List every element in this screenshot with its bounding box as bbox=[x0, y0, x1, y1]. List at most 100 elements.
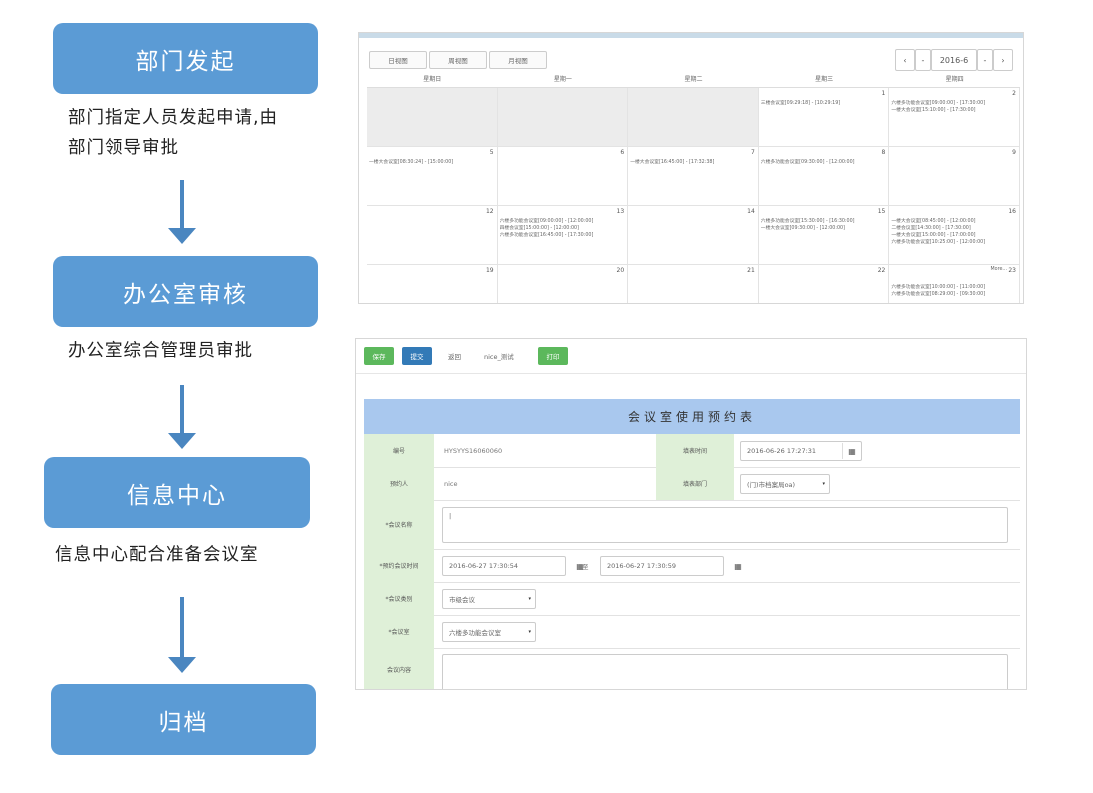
step-archive: 归档 bbox=[51, 684, 316, 755]
number-value: HYSYYS16060060 bbox=[444, 446, 503, 455]
to-label: 至 bbox=[582, 562, 589, 571]
day-number: 19 bbox=[485, 267, 494, 274]
calendar-day-cell[interactable]: 19 bbox=[367, 265, 498, 303]
calendar-day-cell[interactable] bbox=[628, 88, 759, 146]
prev-month-button[interactable]: ‹ bbox=[895, 49, 915, 71]
end-time-field[interactable]: 2016-06-27 17:30:59 ▦ bbox=[600, 556, 742, 576]
user-label: nice_测试 bbox=[484, 353, 514, 361]
calendar-event[interactable]: 一楼大会议室[08:45:00] - [12:00:00] bbox=[891, 218, 1017, 225]
day-number: 15 bbox=[877, 208, 886, 215]
calendar-event[interactable]: 六楼多功能会议室[09:30:00] - [12:00:00] bbox=[761, 159, 887, 166]
calendar-day-cell[interactable] bbox=[367, 88, 498, 146]
calendar-day-cell[interactable]: 13 六楼多功能会议室[09:00:00] - [12:00:00] 四楼会议室[1… bbox=[498, 206, 629, 264]
flow-arrow-icon bbox=[167, 385, 197, 450]
calendar-event[interactable]: 四楼会议室[15:00:00] - [12:00:00] bbox=[500, 225, 626, 232]
calendar-day-cell[interactable]: 6 bbox=[498, 147, 629, 205]
calendar-event[interactable]: 一楼大会议室[15:00:00] - [17:00:00] bbox=[891, 232, 1017, 239]
next-button[interactable]: - bbox=[977, 49, 993, 71]
step-office-review: 办公室审核 bbox=[53, 256, 318, 327]
calendar-event[interactable]: 一楼大会议室[08:30:24] - [15:00:00] bbox=[369, 159, 495, 166]
day-number: 12 bbox=[485, 208, 494, 215]
day-number: 20 bbox=[616, 267, 625, 274]
calendar-event[interactable]: 六楼多功能会议室[09:00:00] - [17:30:00] bbox=[891, 100, 1017, 107]
form-title: 会议室使用预约表 bbox=[364, 399, 1020, 434]
flow-arrow-icon bbox=[167, 180, 197, 245]
calendar-event[interactable]: 一楼大会议室[15:10:00] - [17:30:00] bbox=[891, 107, 1017, 114]
calendar-day-cell[interactable]: 15 六楼多功能会议室[15:30:00] - [16:30:00] 一楼大会议室[… bbox=[759, 206, 890, 264]
calendar-event[interactable]: More... bbox=[891, 266, 1007, 273]
calendar-day-cell[interactable]: 8 六楼多功能会议室[09:30:00] - [12:00:00] bbox=[759, 147, 890, 205]
chevron-down-icon: ▾ bbox=[528, 596, 531, 602]
weekday-header: 星期日 星期一 星期二 星期三 星期四 bbox=[367, 73, 1020, 88]
booker-value: nice bbox=[444, 479, 458, 488]
print-button[interactable]: 打印 bbox=[538, 347, 568, 365]
calendar-body: 1 三楼会议室[09:29:18] - [10:29:19] 2 六楼多功能会议室[0… bbox=[367, 88, 1020, 303]
calendar-event[interactable]: 六楼多功能会议室[16:45:00] - [17:30:00] bbox=[500, 232, 626, 239]
step-description: 部门指定人员发起申请,由 部门领导审批 bbox=[68, 108, 279, 158]
week-view-button[interactable]: 周视图 bbox=[429, 51, 487, 69]
day-number: 13 bbox=[616, 208, 625, 215]
calendar-event[interactable]: 一楼大会议室[09:30:00] - [12:00:00] bbox=[761, 225, 887, 232]
month-label: 2016-6 bbox=[931, 49, 977, 71]
meeting-calendar: 日视图 周视图 月视图 ‹ - 2016-6 - › 星期日 星期一 星期二 星… bbox=[358, 32, 1024, 304]
calendar-week-row: 1 三楼会议室[09:29:18] - [10:29:19] 2 六楼多功能会议室[0… bbox=[367, 88, 1020, 147]
calendar-week-row: 12 13 六楼多功能会议室[09:00:00] - [12:00:00] 四楼会议室… bbox=[367, 206, 1020, 265]
day-number: 8 bbox=[881, 149, 886, 156]
calendar-event[interactable]: 六楼多功能会议室[08:29:00] - [09:30:00] bbox=[891, 291, 1017, 298]
save-button[interactable]: 保存 bbox=[364, 347, 394, 365]
calendar-day-cell[interactable]: 22 bbox=[759, 265, 890, 303]
meeting-type-select[interactable]: 市级会议 ▾ bbox=[442, 589, 536, 609]
day-number: 7 bbox=[750, 149, 755, 156]
dept-select[interactable]: (门)市档案局oa) ▾ bbox=[740, 474, 830, 494]
day-number: 14 bbox=[747, 208, 755, 215]
day-number: 16 bbox=[1008, 208, 1016, 215]
calendar-icon[interactable]: ▦ bbox=[842, 443, 861, 459]
day-view-button[interactable]: 日视图 bbox=[369, 51, 427, 69]
fill-time-field[interactable]: 2016-06-26 17:27:31 ▦ bbox=[740, 441, 862, 461]
day-number: 21 bbox=[747, 267, 755, 274]
calendar-event[interactable]: 六楼多功能会议室[10:25:00] - [12:00:00] bbox=[891, 239, 1017, 246]
calendar-day-cell[interactable]: 1 三楼会议室[09:29:18] - [10:29:19] bbox=[759, 88, 890, 146]
day-number: 6 bbox=[620, 149, 625, 156]
submit-button[interactable]: 提交 bbox=[402, 347, 432, 365]
day-number: 22 bbox=[877, 267, 886, 274]
calendar-day-cell[interactable]: 20 bbox=[498, 265, 629, 303]
calendar-event[interactable]: 六楼多功能会议室[10:00:00] - [11:00:00] bbox=[891, 284, 1017, 291]
calendar-day-cell[interactable]: 9 bbox=[889, 147, 1020, 205]
calendar-week-row: 19 20 21 22 23 More... 六楼多功能会议室[10:00:00] - [1… bbox=[367, 265, 1020, 303]
step-label: 部门发起 bbox=[135, 48, 236, 75]
calendar-event[interactable]: 三楼会议室[09:29:18] - [10:29:19] bbox=[761, 100, 887, 107]
calendar-day-cell[interactable]: 2 六楼多功能会议室[09:00:00] - [17:30:00] 一楼大会议室[1… bbox=[889, 88, 1020, 146]
calendar-day-cell[interactable]: 12 bbox=[367, 206, 498, 264]
step-label: 归档 bbox=[158, 709, 209, 736]
calendar-day-cell[interactable]: 16 一楼大会议室[08:45:00] - [12:00:00] 二楼会议室[14:… bbox=[889, 206, 1020, 264]
calendar-day-cell[interactable]: 23 More... 六楼多功能会议室[10:00:00] - [11:00:00]… bbox=[889, 265, 1020, 303]
start-time-field[interactable]: 2016-06-27 17:30:54 ▦ bbox=[442, 556, 584, 576]
calendar-day-cell[interactable]: 21 bbox=[628, 265, 759, 303]
calendar-event[interactable]: 六楼多功能会议室[09:00:00] - [12:00:00] bbox=[500, 218, 626, 225]
step-info-center: 信息中心 bbox=[44, 457, 310, 528]
step-description: 办公室综合管理员审批 bbox=[68, 341, 253, 361]
calendar-event[interactable]: 一楼大会议室[16:45:00] - [17:32:38] bbox=[630, 159, 756, 166]
calendar-day-cell[interactable]: 14 bbox=[628, 206, 759, 264]
calendar-week-row: 5 一楼大会议室[08:30:24] - [15:00:00] 6 7 一楼大会议室[1… bbox=[367, 147, 1020, 206]
calendar-icon[interactable]: ▦ bbox=[729, 558, 747, 574]
calendar-event[interactable]: 六楼多功能会议室[15:30:00] - [16:30:00] bbox=[761, 218, 887, 225]
step-label: 信息中心 bbox=[127, 482, 227, 509]
step-description: 信息中心配合准备会议室 bbox=[55, 545, 259, 565]
day-number: 9 bbox=[1012, 149, 1016, 156]
month-view-button[interactable]: 月视图 bbox=[489, 51, 547, 69]
chevron-down-icon: ▾ bbox=[528, 629, 531, 635]
back-link[interactable]: 返回 bbox=[448, 347, 461, 365]
calendar-day-cell[interactable]: 5 一楼大会议室[08:30:24] - [15:00:00] bbox=[367, 147, 498, 205]
calendar-day-cell[interactable]: 7 一楼大会议室[16:45:00] - [17:32:38] bbox=[628, 147, 759, 205]
prev-button[interactable]: - bbox=[915, 49, 931, 71]
step-department-initiate: 部门发起 bbox=[53, 23, 318, 94]
calendar-event[interactable]: 二楼会议室[14:30:00] - [17:30:00] bbox=[891, 225, 1017, 232]
meeting-content-textarea[interactable] bbox=[442, 654, 1008, 689]
next-month-button[interactable]: › bbox=[993, 49, 1013, 71]
day-number: 23 bbox=[1008, 267, 1016, 274]
meeting-name-input[interactable]: | bbox=[442, 507, 1008, 543]
meeting-room-select[interactable]: 六楼多功能会议室 ▾ bbox=[442, 622, 536, 642]
calendar-day-cell[interactable] bbox=[497, 88, 629, 146]
